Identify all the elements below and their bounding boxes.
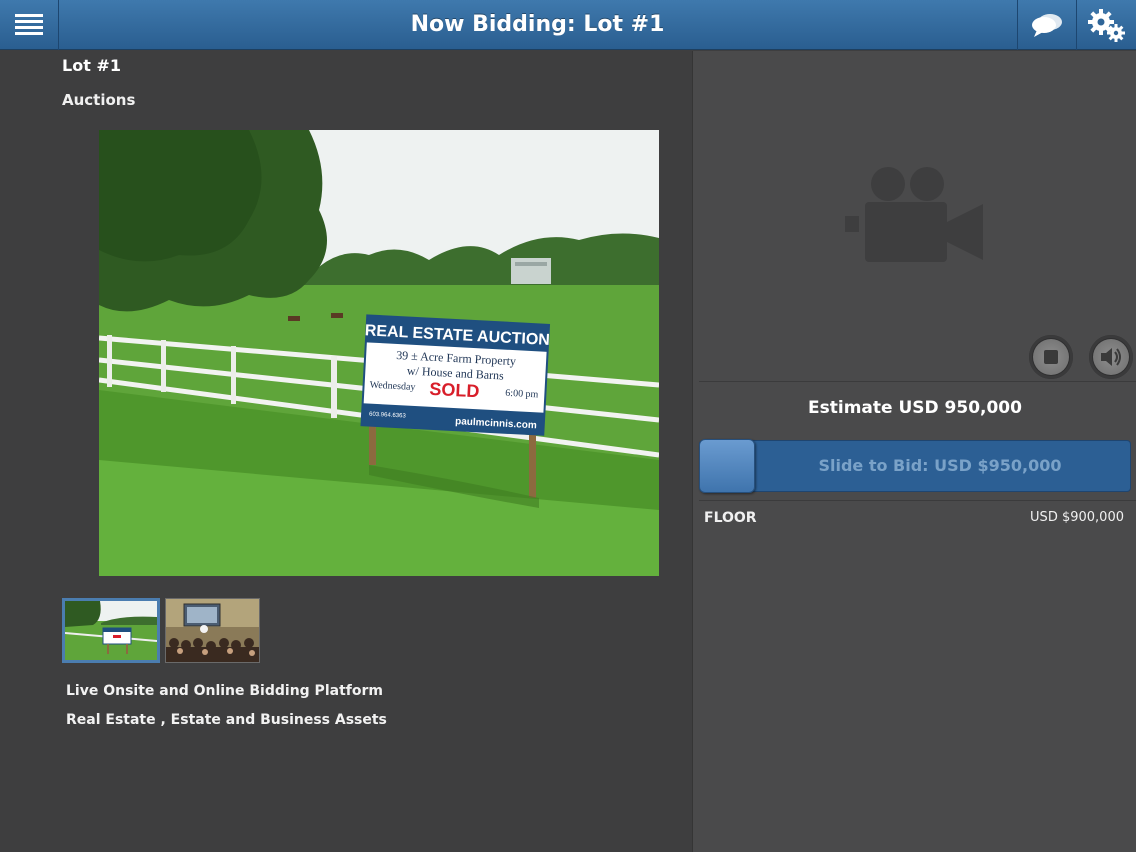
- slide-to-bid-slider[interactable]: Slide to Bid: USD $950,000: [699, 439, 1131, 493]
- thumbnail-farm-sign[interactable]: [62, 598, 160, 663]
- divider: [699, 500, 1136, 501]
- sound-button[interactable]: [1089, 335, 1133, 379]
- estimate-text: Estimate USD 950,000: [808, 398, 1022, 418]
- settings-button[interactable]: [1076, 0, 1136, 50]
- slider-handle[interactable]: [699, 439, 755, 493]
- live-video-area: [693, 51, 1136, 331]
- lot-category: Auctions: [62, 91, 136, 109]
- floor-label: FLOOR: [704, 510, 757, 526]
- lot-description-line-2: Real Estate , Estate and Business Assets: [66, 712, 387, 728]
- video-camera-icon: [845, 167, 983, 262]
- thumbnail-auction-room[interactable]: [165, 598, 260, 663]
- sign-line-3-right: 6:00 pm: [505, 388, 539, 401]
- stop-icon: [1044, 350, 1058, 364]
- chat-bubbles-icon: [1032, 14, 1062, 37]
- chat-button[interactable]: [1017, 0, 1076, 50]
- lot-title: Lot #1: [62, 56, 121, 75]
- lot-main-photo[interactable]: REAL ESTATE AUCTION 39 ± Acre Farm Prope…: [99, 130, 659, 576]
- gears-icon: [1087, 9, 1125, 42]
- stop-button[interactable]: [1029, 335, 1073, 379]
- page-title: Now Bidding: Lot #1: [410, 12, 665, 37]
- bidding-panel: Estimate USD 950,000 Slide to Bid: USD $…: [692, 51, 1136, 852]
- lot-details-panel: Lot #1 Auctions REAL ESTATE AUCTION 39 ±…: [0, 51, 692, 852]
- lot-description-line-1: Live Onsite and Online Bidding Platform: [66, 683, 383, 699]
- slide-to-bid-label: Slide to Bid: USD $950,000: [818, 456, 1062, 475]
- speaker-icon: [1101, 348, 1121, 366]
- sign-sold-banner: SOLD: [429, 379, 480, 402]
- floor-bid-value: USD $900,000: [1030, 510, 1124, 525]
- divider: [699, 381, 1136, 382]
- menu-button[interactable]: [0, 0, 59, 50]
- top-navigation-bar: Now Bidding: Lot #1: [0, 0, 1136, 50]
- hamburger-menu-icon: [15, 14, 43, 35]
